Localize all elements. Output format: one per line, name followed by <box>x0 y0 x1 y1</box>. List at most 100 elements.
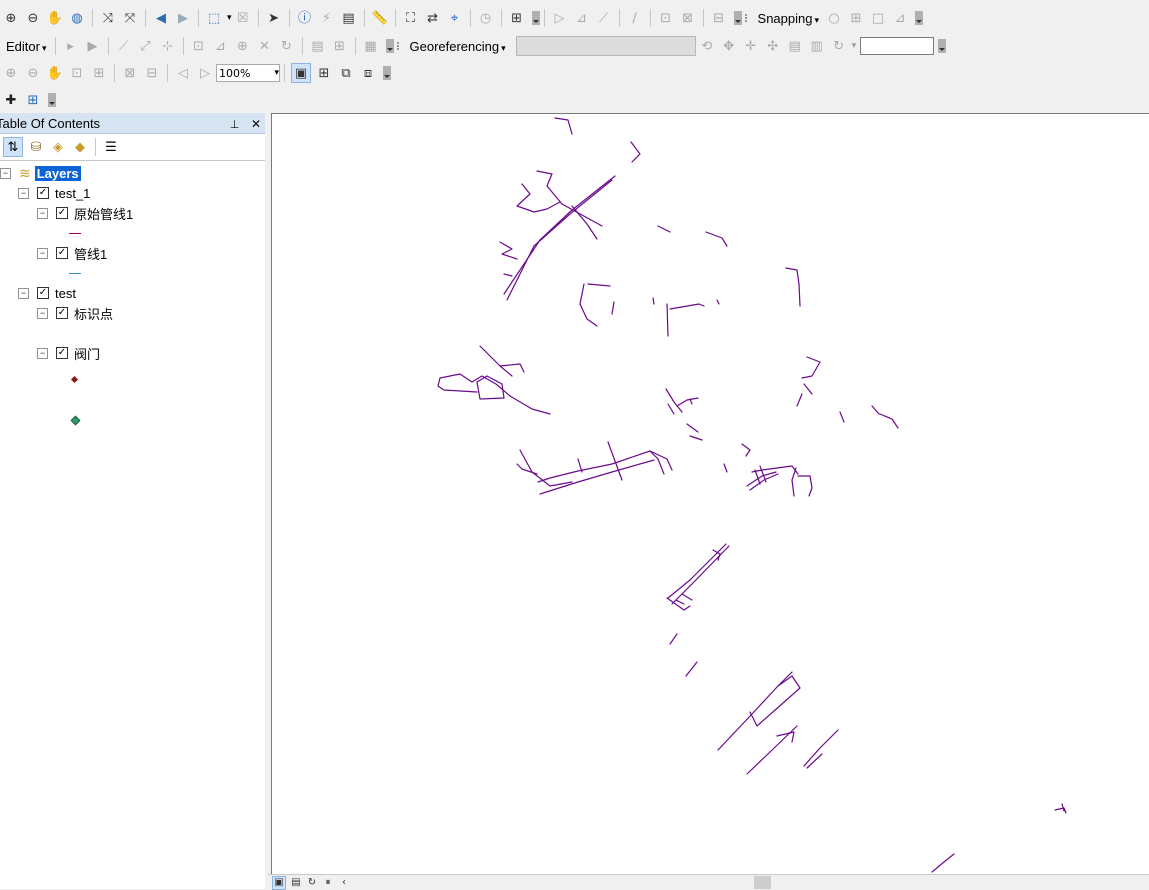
create-features-icon[interactable]: ▦ <box>362 37 380 55</box>
edit-annotation-icon[interactable]: ▶ <box>84 37 102 55</box>
collapse-icon[interactable]: − <box>37 207 48 219</box>
rotate-georef-icon[interactable]: ⟲ <box>698 37 716 55</box>
layer-label[interactable]: 管线1 <box>74 244 107 263</box>
forward-extent-icon[interactable]: ▶ <box>174 9 192 27</box>
collapse-icon[interactable]: − <box>37 307 48 319</box>
layers-root-label[interactable]: Layers <box>34 165 81 181</box>
html-popup-icon[interactable]: ▤ <box>340 9 358 27</box>
visibility-checkbox[interactable]: ✓ <box>56 207 68 219</box>
zoom-whole-page-icon[interactable]: ⊡ <box>68 64 86 82</box>
layout-back-icon[interactable]: ◁ <box>174 64 192 82</box>
list-by-drawing-order-icon[interactable]: ⇅ <box>3 137 23 157</box>
toolbar-options-button[interactable] <box>733 11 742 25</box>
reshape-icon[interactable]: ⊿ <box>573 9 591 27</box>
collapse-icon[interactable]: − <box>37 347 48 359</box>
find-icon[interactable]: ⛶ <box>402 9 420 27</box>
construction-tools-icon[interactable]: ⊹ <box>159 37 177 55</box>
rotation-input[interactable] <box>860 37 935 55</box>
visibility-checkbox[interactable]: ✓ <box>56 347 68 359</box>
layer-label[interactable]: 原始管线1 <box>74 204 133 223</box>
vertex-snapping-icon[interactable]: □ <box>869 9 887 27</box>
topology-icon[interactable]: ⊡ <box>657 9 675 27</box>
layout-pan-icon[interactable]: ✋ <box>46 64 64 82</box>
toolbar-options-button[interactable] <box>385 39 394 53</box>
horizontal-scrollbar-thumb[interactable] <box>754 876 771 889</box>
hyperlink-icon[interactable]: ⚡ <box>318 9 336 27</box>
layout-zoom-in-icon[interactable]: ⊕ <box>2 64 20 82</box>
add-basemap-icon[interactable]: ⊞ <box>24 91 42 109</box>
collapse-icon[interactable]: − <box>18 187 29 199</box>
visibility-checkbox[interactable]: ✓ <box>37 187 49 199</box>
layer-label[interactable]: 标识点 <box>74 304 113 323</box>
back-extent-icon[interactable]: ◀ <box>152 9 170 27</box>
tree-root[interactable]: − ≋ Layers <box>0 164 81 182</box>
endpoint-arc-icon[interactable]: ⤢ <box>137 37 155 55</box>
toolbar-grip[interactable] <box>744 14 751 22</box>
zoom-in-icon[interactable]: ⊕ <box>2 9 20 27</box>
group-label[interactable]: test_1 <box>55 186 90 201</box>
fixed-zoom-in-layout-icon[interactable]: ⊠ <box>121 64 139 82</box>
topology-edit-icon[interactable]: ⊠ <box>679 9 697 27</box>
toolbar-options-button[interactable] <box>383 66 391 80</box>
toggle-draft-mode-icon[interactable]: ▣ <box>291 63 311 83</box>
zoom-percent-combo[interactable]: 100% ▾ <box>216 64 280 82</box>
editor-menu[interactable]: Editor ▾ <box>6 39 47 54</box>
zoom-out-icon[interactable]: ⊖ <box>24 9 42 27</box>
layer-label[interactable]: 阀门 <box>74 344 100 363</box>
measure-icon[interactable]: 📏 <box>371 9 389 27</box>
layer-node[interactable]: − ✓ 标识点 <box>37 304 113 322</box>
zoom-100-icon[interactable]: ⊞ <box>90 64 108 82</box>
fixed-zoom-out-icon[interactable]: ⤧ <box>121 9 139 27</box>
auto-registration-icon[interactable]: ✣ <box>764 37 782 55</box>
time-slider-icon[interactable]: ◷ <box>477 9 495 27</box>
rotate-icon[interactable]: ↻ <box>278 37 296 55</box>
change-layout-icon[interactable]: ⧉ <box>337 64 355 82</box>
group-node[interactable]: − ✓ test <box>18 284 76 302</box>
chevron-down-icon[interactable]: ▾ <box>852 41 857 51</box>
visibility-checkbox[interactable]: ✓ <box>56 247 68 259</box>
edit-vertices-icon[interactable]: ⊡ <box>190 37 208 55</box>
toolbar-options-button[interactable] <box>531 11 540 25</box>
trace-icon[interactable]: ⟋ <box>595 9 613 27</box>
list-by-source-icon[interactable]: ⛁ <box>27 138 45 156</box>
toolbar-options-button[interactable] <box>915 11 924 25</box>
map-canvas[interactable] <box>271 113 1149 876</box>
split-icon[interactable]: ✕ <box>256 37 274 55</box>
georeferencing-menu[interactable]: Georeferencing ▾ <box>410 39 506 54</box>
go-to-xy-icon[interactable]: ⌖ <box>446 9 464 27</box>
pause-drawing-icon[interactable]: ⏸ <box>322 877 334 889</box>
point-symbol[interactable] <box>70 415 81 426</box>
layout-zoom-out-icon[interactable]: ⊖ <box>24 64 42 82</box>
layout-view-icon[interactable]: ▤ <box>290 877 302 889</box>
data-view-icon[interactable]: ▣ <box>272 875 286 890</box>
collapse-icon[interactable]: − <box>0 167 11 179</box>
collapse-icon[interactable]: − <box>37 247 48 259</box>
pin-icon[interactable]: ⊥ <box>230 119 240 131</box>
data-driven-pages-icon[interactable]: ⧈ <box>359 64 377 82</box>
visibility-checkbox[interactable]: ✓ <box>56 307 68 319</box>
topology-errors-icon[interactable]: ⊟ <box>710 9 728 27</box>
rotate-dropdown-icon[interactable]: ↻ <box>830 37 848 55</box>
close-icon[interactable]: ✕ <box>251 117 261 131</box>
add-control-points-icon[interactable]: ✛ <box>742 37 760 55</box>
select-features-icon[interactable]: ⬚ <box>205 9 223 27</box>
layer-node[interactable]: − ✓ 原始管线1 <box>37 204 133 222</box>
reshape-feature-icon[interactable]: ⊿ <box>212 37 230 55</box>
chevron-down-icon[interactable]: ▾ <box>227 13 232 23</box>
snapping-menu[interactable]: Snapping ▾ <box>758 11 819 26</box>
cut-polygons-icon[interactable]: ⊕ <box>234 37 252 55</box>
line-symbol[interactable] <box>69 273 81 274</box>
add-data-icon[interactable]: ✚ <box>2 91 20 109</box>
list-by-selection-icon[interactable]: ◆ <box>71 138 89 156</box>
layer-node[interactable]: − ✓ 管线1 <box>37 244 107 262</box>
focus-data-frame-icon[interactable]: ⊞ <box>315 64 333 82</box>
edit-vertices-icon[interactable]: ▷ <box>551 9 569 27</box>
georef-layer-combo[interactable] <box>515 36 696 56</box>
straight-segment-icon[interactable]: ⟋ <box>115 37 133 55</box>
attributes-icon[interactable]: ▤ <box>309 37 327 55</box>
fixed-zoom-in-icon[interactable]: ⤨ <box>99 9 117 27</box>
scroll-left-icon[interactable]: ‹ <box>338 877 350 889</box>
edit-tool-icon[interactable]: ▸ <box>62 37 80 55</box>
magnifier-icon[interactable]: ⊞ <box>508 9 526 27</box>
sketch-icon[interactable]: ∕ <box>626 9 644 27</box>
